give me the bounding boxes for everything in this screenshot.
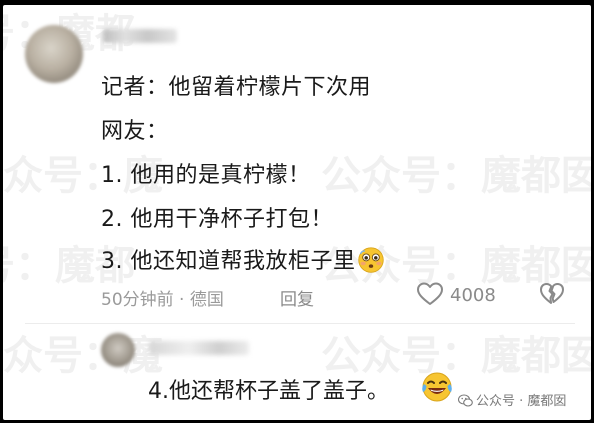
wechat-icon [458,394,473,407]
reply-username-blurred[interactable] [149,341,249,355]
screenshot-frame: 号：魔都 公众号：魔 公众号：魔都囡 号：魔都 公众号：魔都囡 公众号：魔 公众… [0,0,594,423]
comment-line-5-text: 3. 他还知道帮我放柜子里 [101,249,356,274]
laughing-tears-emoji [422,372,452,402]
comment-line-3: 1. 他用的是真柠檬！ [101,163,311,188]
source-tag: 公众号 · 魔都囡 [458,390,566,409]
watermark-text: 公众号：魔都囡 [321,153,591,199]
reply-avatar[interactable] [101,333,135,367]
comment-line-4: 2. 他用干净杯子打包！ [101,207,333,232]
avatar[interactable] [25,25,83,83]
broken-heart-icon[interactable] [539,281,565,307]
like-count: 4008 [450,285,496,306]
source-text: 公众号 · 魔都囡 [476,394,567,409]
username-blurred[interactable] [103,29,177,43]
heart-outline-icon[interactable] [416,281,444,307]
comment-line-5: 3. 他还知道帮我放柜子里 [101,243,385,275]
reply-text: 4.他还帮杯子盖了盖子。 [148,379,389,404]
divider [25,323,575,324]
comment-time-location: 50分钟前 · 德国 [101,290,224,310]
watermark-text: 公众号：魔 [3,333,163,379]
flushed-face-emoji [358,247,385,273]
reply-button[interactable]: 回复 [280,285,314,310]
comment-line-1: 记者：他留着柠檬片下次用 [101,75,372,100]
comment-card: 号：魔都 公众号：魔 公众号：魔都囡 号：魔都 公众号：魔都囡 公众号：魔 公众… [3,5,591,420]
comment-line-2: 网友： [101,119,169,144]
